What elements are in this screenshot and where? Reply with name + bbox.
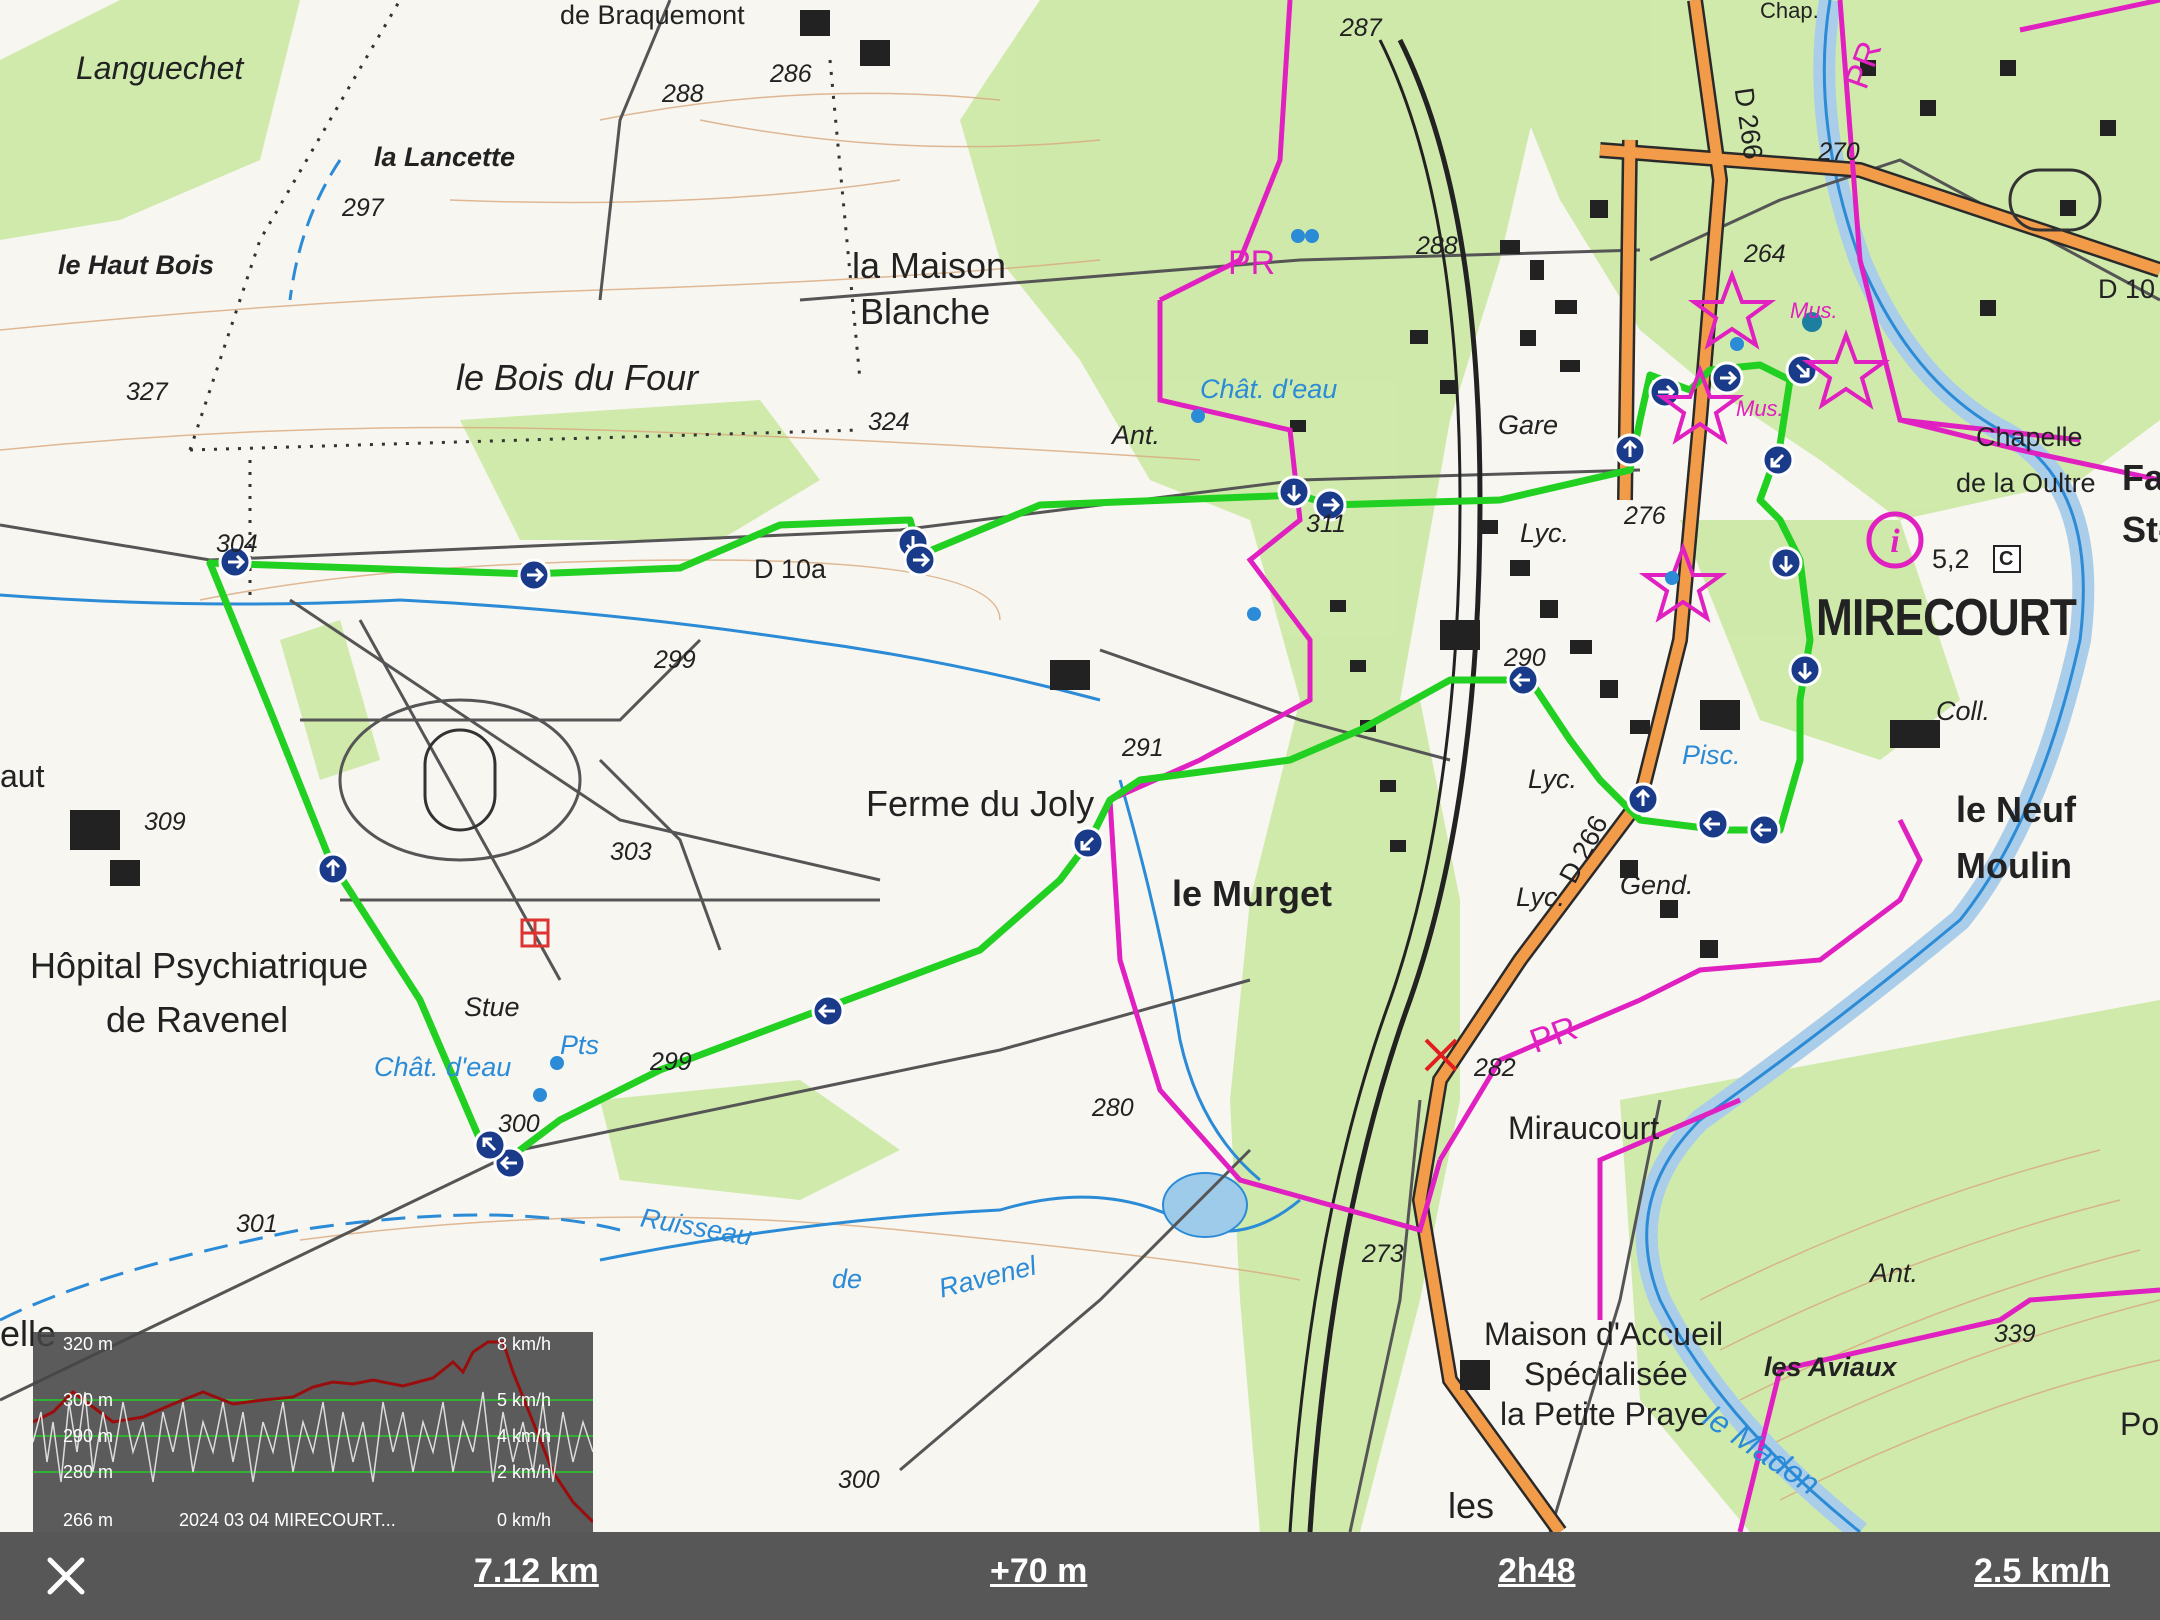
place-label: Blanche [860,291,991,332]
profile-alt-label: 300 m [63,1390,114,1410]
altitude-label: 280 [1092,1094,1134,1122]
profile-alt-label: 280 m [63,1462,114,1482]
altitude-label: 297 [342,194,384,222]
road-label: D 10 [2098,274,2156,304]
altitude-label: 282 [1474,1054,1516,1082]
track-name: 2024 03 04 MIRECOURT... [179,1510,396,1530]
close-icon[interactable] [40,1550,92,1602]
place-label: Languechet [76,50,244,86]
profile-speed-label: 4 km/h [497,1426,552,1446]
info-letter: C [1999,548,2014,570]
place-label: la Maison [852,245,1007,286]
town-label: MIRECOURT [1816,589,2077,647]
place-label: Mus. [1790,298,1838,323]
profile-alt-max: 320 m [63,1334,114,1354]
altitude-label: 309 [144,808,186,836]
place-label: le Neuf [1956,789,2077,830]
place-label: Mus. [1736,396,1784,421]
place-label: les [1448,1485,1495,1526]
place-label: Lyc. [1520,518,1570,548]
road-label: D 10a [754,554,827,584]
place-label: Chât. d'eau [1200,374,1338,404]
place-label: Moulin [1956,845,2072,886]
profile-speed-label: 2 km/h [497,1462,552,1482]
svg-text:i: i [1890,523,1900,560]
place-label: Ant. [1112,420,1161,450]
profile-alt-label: 290 m [63,1426,114,1446]
place-label: Pts [560,1030,600,1060]
place-label: Miraucourt [1508,1110,1660,1146]
info-distance: 5,2 [1932,544,1970,574]
trail-label: PR [1228,244,1276,282]
place-label: le Bois du Four [456,357,699,398]
place-label: de Ravenel [106,999,289,1040]
altitude-label: 300 [498,1110,540,1138]
duration-stat[interactable]: 2h48 [1498,1552,1576,1591]
place-label: St- [2122,509,2160,550]
distance-stat[interactable]: 7.12 km [474,1552,599,1591]
altitude-label: 287 [1340,14,1382,42]
place-label: Hôpital Psychiatrique [30,945,369,986]
place-label: Chapelle [1976,422,2083,452]
average-speed-stat[interactable]: 2.5 km/h [1974,1552,2110,1591]
altitude-label: 276 [1624,502,1666,530]
altitude-label: 327 [126,378,168,406]
altitude-label: 288 [1416,232,1458,260]
altitude-label: 339 [1994,1320,2036,1348]
place-label: la Lancette [374,142,516,172]
place-label: Maison d'Accueil [1484,1316,1724,1352]
water-label: de [832,1264,863,1294]
place-label: Po [2120,1406,2160,1442]
place-label: le Murget [1172,873,1333,914]
place-label: Chât. d'eau [374,1052,512,1082]
profile-speed-label: 5 km/h [497,1390,552,1410]
close-button[interactable] [40,1550,92,1602]
place-label: Pisc. [1682,740,1741,770]
place-label: Lyc. [1528,764,1578,794]
place-label: Fa [2122,457,2160,498]
place-label: Stue [464,992,520,1022]
altitude-label: 324 [868,408,910,436]
place-label: Chap. [1760,0,1819,23]
place-label: le Haut Bois [58,250,215,280]
altitude-label: 286 [770,60,812,88]
altitude-label: 300 [838,1466,880,1494]
place-label: aut [0,758,45,794]
place-label: de Braquemont [560,0,745,30]
altitude-label: 311 [1306,510,1346,538]
elevation-gain-stat[interactable]: +70 m [990,1552,1087,1591]
altitude-label: 291 [1122,734,1164,762]
elevation-profile[interactable]: 320 m 300 m 290 m 280 m 266 m 8 km/h 5 k… [33,1332,593,1532]
altitude-label: 299 [654,646,696,674]
altitude-label: 264 [1744,240,1786,268]
topo-map[interactable]: i Languechet de Braquemont la Lancette l… [0,0,2160,1532]
map-graphics: i [0,0,2160,1532]
altitude-label: 288 [662,80,704,108]
place-label: Ferme du Joly [866,783,1095,824]
profile-speed-max: 8 km/h [497,1334,552,1354]
place-label: les Aviaux [1764,1352,1897,1382]
track-stats-bar: 7.12 km +70 m 2h48 2.5 km/h [0,1532,2160,1620]
place-label: Lyc. [1516,882,1566,912]
profile-alt-min: 266 m [63,1510,114,1530]
place-label: Ant. [1870,1258,1919,1288]
place-label: Coll. [1936,696,1991,726]
profile-speed-min: 0 km/h [497,1510,552,1530]
place-label: Gend. [1620,870,1694,900]
altitude-label: 304 [216,530,258,558]
place-label: Gare [1498,410,1559,440]
place-label: Spécialisée [1524,1356,1688,1392]
altitude-label: 301 [236,1210,278,1238]
altitude-label: 303 [610,838,652,866]
altitude-label: 299 [650,1048,692,1076]
altitude-label: 290 [1504,644,1546,672]
place-label: de la Oultre [1956,468,2096,498]
place-label: la Petite Praye [1500,1396,1709,1432]
altitude-label: 270 [1818,138,1860,166]
altitude-label: 273 [1362,1240,1404,1268]
